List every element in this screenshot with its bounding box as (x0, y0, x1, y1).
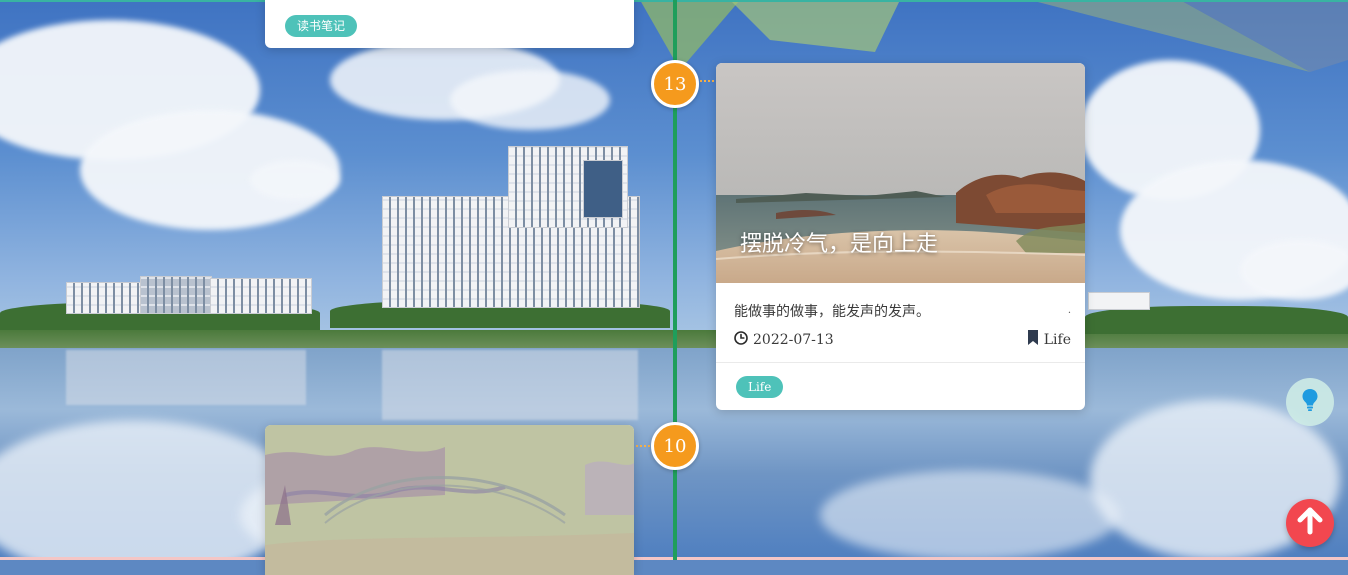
building-reflection (66, 350, 306, 405)
post-tag[interactable]: Life (736, 376, 784, 398)
tree-line (1085, 306, 1348, 334)
post-tag[interactable]: 读书笔记 (285, 15, 358, 37)
card-divider (716, 362, 1085, 363)
cloud (250, 160, 340, 200)
timeline-node: 13 (651, 60, 699, 108)
timeline-connector (700, 80, 714, 82)
post-card-next[interactable] (265, 425, 634, 575)
cloud (1240, 240, 1348, 300)
post-excerpt: 能做事的做事，能发声的发声。 (734, 304, 930, 320)
post-cover-image[interactable]: 摆脱冷气，是向上走 (716, 63, 1085, 283)
tip-button[interactable] (1286, 378, 1334, 426)
back-to-top-button[interactable] (1286, 499, 1334, 547)
building (140, 276, 212, 314)
post-date: 2022-07-13 (753, 331, 834, 348)
timeline-node-number: 10 (663, 435, 687, 457)
post-cover-image[interactable] (265, 425, 634, 575)
cloud-reflection (820, 470, 1120, 560)
post-card-previous[interactable]: 读书笔记 (265, 0, 634, 48)
post-card[interactable]: 摆脱冷气，是向上走 能做事的做事，能发声的发声。 . 2022-07-13 Li… (716, 63, 1085, 410)
timeline-node: 10 (651, 422, 699, 470)
timeline-connector (636, 445, 650, 447)
lightbulb-icon (1301, 388, 1319, 416)
bookmark-icon (1027, 330, 1039, 349)
building (1088, 292, 1150, 310)
cloud (450, 70, 610, 130)
post-category-group[interactable]: Life (1027, 330, 1071, 349)
timeline-node-number: 13 (663, 73, 687, 95)
building (210, 278, 312, 314)
excerpt-ellipsis-dot: . (1067, 305, 1071, 316)
building-glass (583, 160, 623, 218)
building-reflection (382, 350, 638, 420)
clock-icon (734, 330, 748, 349)
post-date-group: 2022-07-13 (734, 330, 834, 349)
post-meta: 2022-07-13 Life (734, 330, 1071, 349)
post-title[interactable]: 摆脱冷气，是向上走 (740, 226, 938, 258)
post-category[interactable]: Life (1044, 332, 1071, 348)
arrow-up-icon (1297, 507, 1323, 539)
